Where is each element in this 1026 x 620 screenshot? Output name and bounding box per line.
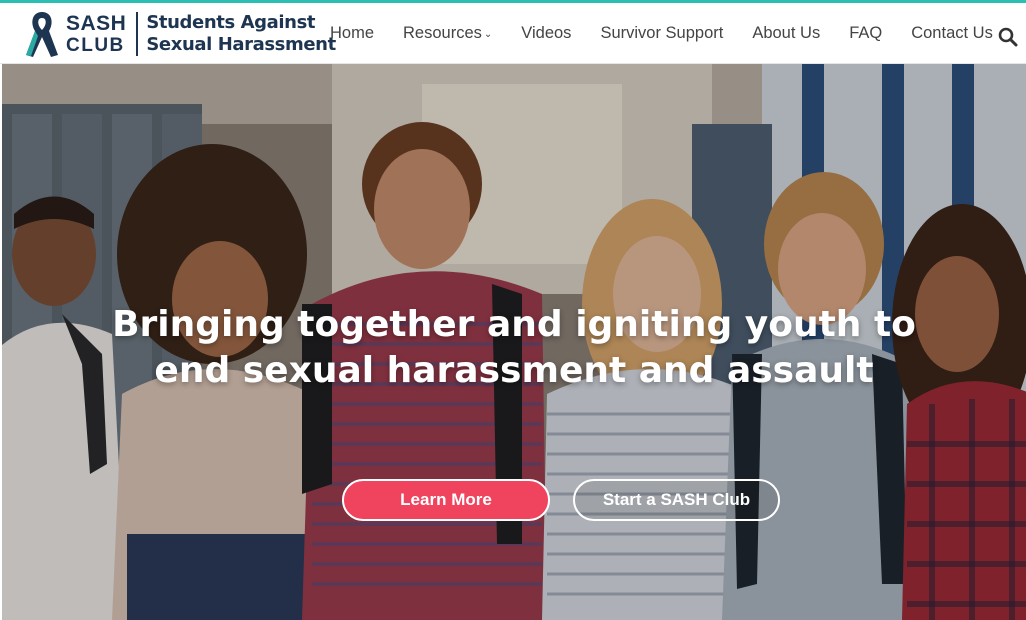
nav-videos[interactable]: Videos [521,24,571,43]
learn-more-button[interactable]: Learn More [342,479,550,521]
org-name-line1: Students Against [146,12,316,33]
ribbon-icon [26,12,58,57]
site-logo[interactable]: SASH CLUB Students Against Sexual Harass… [22,9,336,59]
org-name-line2: Sexual Harassment [146,34,336,55]
hero-headline: Bringing together and igniting youth to … [2,302,1026,394]
logo-divider [136,12,139,56]
nav-faq[interactable]: FAQ [849,24,882,43]
hero-headline-line2: end sexual harassment and assault [154,350,874,391]
hero-headline-line1: Bringing together and igniting youth to [112,304,916,345]
chevron-down-icon: ⌄ [483,28,493,40]
sash-club-wordmark: SASH CLUB [66,13,126,55]
nav-home[interactable]: Home [330,24,374,43]
main-nav: Home Resources ⌄ Videos Survivor Support … [330,3,1022,63]
nav-about-us[interactable]: About Us [752,24,820,43]
nav-resources[interactable]: Resources ⌄ [403,24,492,43]
nav-resources-label: Resources [403,23,482,42]
start-sash-club-button[interactable]: Start a SASH Club [573,479,780,521]
club-wordmark: CLUB [66,35,125,56]
site-header: SASH CLUB Students Against Sexual Harass… [0,3,1026,64]
sash-wordmark: SASH [66,12,127,35]
nav-survivor-support[interactable]: Survivor Support [600,24,723,43]
hero-banner: Bringing together and igniting youth to … [2,64,1026,620]
nav-contact-us[interactable]: Contact Us [911,24,993,43]
search-icon[interactable] [998,27,1018,47]
page: SASH CLUB Students Against Sexual Harass… [0,0,1026,620]
org-name: Students Against Sexual Harassment [146,12,336,56]
